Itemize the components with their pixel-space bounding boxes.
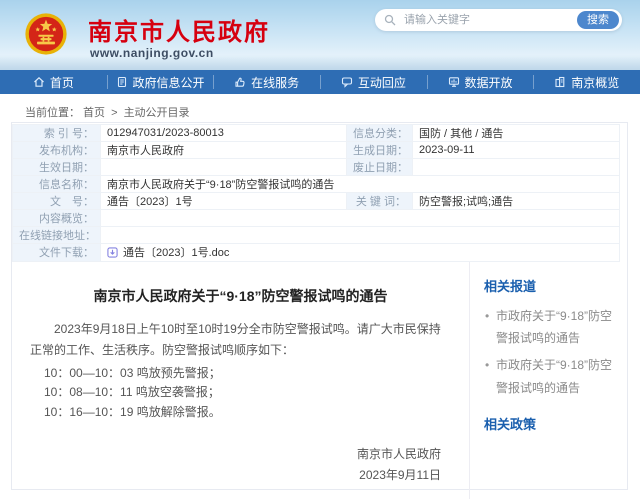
table-row: 信息名称： 南京市人民政府关于“9·18”防空警报试鸣的通告 bbox=[13, 176, 620, 193]
site-header: 南京市人民政府 www.nanjing.gov.cn 搜索 bbox=[0, 0, 640, 70]
schedule-line: 10：08—10：11 鸣放空袭警报； bbox=[44, 383, 469, 403]
search-button[interactable]: 搜索 bbox=[577, 11, 619, 29]
created-date-value: 2023-09-11 bbox=[413, 142, 620, 159]
issuing-agency-label: 发布机构： bbox=[13, 142, 101, 159]
breadcrumb: 当前位置：首页 > 主动公开目录 bbox=[0, 94, 640, 122]
table-row: 生效日期： 废止日期： bbox=[13, 159, 620, 176]
nav-item-label: 互动回应 bbox=[358, 74, 406, 91]
download-icon bbox=[107, 247, 118, 258]
table-row: 内容概览： bbox=[13, 210, 620, 227]
table-row: 文 号： 通告〔2023〕1号 关 键 词： 防空警报;试鸣;通告 bbox=[13, 193, 620, 210]
siren-schedule: 10：00—10：03 鸣放预先警报； 10：08—10：11 鸣放空袭警报； … bbox=[44, 364, 469, 423]
nav-item-label: 首页 bbox=[50, 74, 74, 91]
article-paragraph: 2023年9月18日上午10时至10时19分全市防空警报试鸣。请广大市民保持正常… bbox=[30, 319, 449, 361]
index-number-label: 索 引 号： bbox=[13, 125, 101, 142]
online-link-value bbox=[101, 227, 620, 244]
doc-number-label: 文 号： bbox=[13, 193, 101, 210]
building-icon bbox=[554, 76, 566, 88]
nav-item-label: 政府信息公开 bbox=[133, 74, 205, 91]
breadcrumb-separator: > bbox=[111, 107, 117, 119]
breadcrumb-current[interactable]: 主动公开目录 bbox=[124, 107, 190, 119]
online-link-label: 在线链接地址： bbox=[13, 227, 101, 244]
thumbs-up-icon bbox=[234, 76, 246, 88]
doc-number-value: 通告〔2023〕1号 bbox=[101, 193, 347, 210]
effective-date-label: 生效日期： bbox=[13, 159, 101, 176]
summary-value bbox=[101, 210, 620, 227]
schedule-line: 10：00—10：03 鸣放预先警报； bbox=[44, 364, 469, 384]
info-category-value: 国防 / 其他 / 通告 bbox=[413, 125, 620, 142]
info-category-label: 信息分类： bbox=[347, 125, 413, 142]
nav-item-home[interactable]: 首页 bbox=[0, 70, 107, 94]
announcement-article: 南京市人民政府关于“9·18”防空警报试鸣的通告 2023年9月18日上午10时… bbox=[12, 262, 469, 499]
breadcrumb-prefix: 当前位置： bbox=[25, 107, 80, 119]
created-date-label: 生成日期： bbox=[347, 142, 413, 159]
data-monitor-icon bbox=[448, 76, 460, 88]
index-number-value: 012947031/2023-80013 bbox=[101, 125, 347, 142]
list-item[interactable]: 市政府关于“9·18”防空警报试鸣的通告 bbox=[484, 354, 619, 400]
main-nav: 首页 政府信息公开 在线服务 互动回应 数据开放 南京概览 bbox=[0, 70, 640, 94]
download-file-name: 通告〔2023〕1号.doc bbox=[123, 244, 229, 260]
download-file-link[interactable]: 通告〔2023〕1号.doc bbox=[107, 244, 229, 260]
nav-item-online-services[interactable]: 在线服务 bbox=[213, 70, 320, 94]
document-icon bbox=[116, 76, 128, 88]
site-title: 南京市人民政府 bbox=[88, 12, 270, 47]
related-policies-heading: 相关政策 bbox=[484, 414, 619, 433]
table-row: 在线链接地址： bbox=[13, 227, 620, 244]
search-icon bbox=[384, 14, 396, 26]
article-title: 南京市人民政府关于“9·18”防空警报试鸣的通告 bbox=[12, 286, 469, 306]
home-icon bbox=[33, 76, 45, 88]
nav-item-overview[interactable]: 南京概览 bbox=[533, 70, 640, 94]
national-emblem-icon bbox=[24, 12, 68, 56]
summary-label: 内容概览： bbox=[13, 210, 101, 227]
info-name-value: 南京市人民政府关于“9·18”防空警报试鸣的通告 bbox=[101, 176, 620, 193]
table-row: 发布机构： 南京市人民政府 生成日期： 2023-09-11 bbox=[13, 142, 620, 159]
nav-item-gov-info[interactable]: 政府信息公开 bbox=[107, 70, 214, 94]
issuing-agency-value: 南京市人民政府 bbox=[101, 142, 347, 159]
list-item[interactable]: 市政府关于“9·18”防空警报试鸣的通告 bbox=[484, 305, 619, 351]
related-reports-heading: 相关报道 bbox=[484, 276, 619, 295]
search-input[interactable] bbox=[402, 10, 572, 30]
site-url: www.nanjing.gov.cn bbox=[90, 46, 214, 60]
related-sidebar: 相关报道 市政府关于“9·18”防空警报试鸣的通告 市政府关于“9·18”防空警… bbox=[469, 262, 627, 499]
effective-date-value bbox=[101, 159, 347, 176]
search-bar[interactable]: 搜索 bbox=[375, 9, 622, 31]
info-name-label: 信息名称： bbox=[13, 176, 101, 193]
breadcrumb-home-link[interactable]: 首页 bbox=[83, 107, 105, 119]
schedule-line: 10：16—10：19 鸣放解除警报。 bbox=[44, 403, 469, 423]
repeal-date-label: 废止日期： bbox=[347, 159, 413, 176]
signer-name: 南京市人民政府 bbox=[12, 444, 441, 466]
metadata-table: 索 引 号： 012947031/2023-80013 信息分类： 国防 / 其… bbox=[12, 124, 620, 262]
keywords-value: 防空警报;试鸣;通告 bbox=[413, 193, 620, 210]
nav-item-label: 在线服务 bbox=[251, 74, 299, 91]
related-reports-list: 市政府关于“9·18”防空警报试鸣的通告 市政府关于“9·18”防空警报试鸣的通… bbox=[484, 305, 619, 400]
table-row: 文件下载： 通告〔2023〕1号.doc bbox=[13, 244, 620, 262]
chat-bubble-icon bbox=[341, 76, 353, 88]
nav-item-label: 南京概览 bbox=[571, 74, 619, 91]
table-row: 索 引 号： 012947031/2023-80013 信息分类： 国防 / 其… bbox=[13, 125, 620, 142]
nav-item-label: 数据开放 bbox=[465, 74, 513, 91]
nav-item-interaction[interactable]: 互动回应 bbox=[320, 70, 427, 94]
repeal-date-value bbox=[413, 159, 620, 176]
keywords-label: 关 键 词： bbox=[347, 193, 413, 210]
signature-date: 2023年9月11日 bbox=[12, 465, 441, 487]
file-download-label: 文件下载： bbox=[13, 244, 101, 262]
signature-block: 南京市人民政府 2023年9月11日 bbox=[12, 444, 469, 487]
nav-item-open-data[interactable]: 数据开放 bbox=[427, 70, 534, 94]
content-panel: 索 引 号： 012947031/2023-80013 信息分类： 国防 / 其… bbox=[11, 122, 628, 490]
